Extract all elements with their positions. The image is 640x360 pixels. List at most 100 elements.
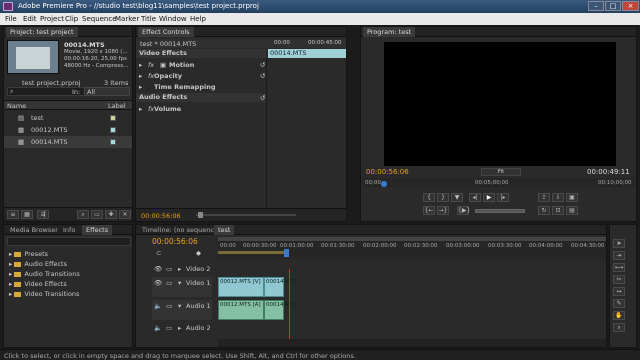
list-view-icon[interactable]: ≡	[7, 210, 19, 219]
menu-marker[interactable]: Marker	[115, 15, 139, 23]
maximize-icon[interactable]: □	[605, 1, 621, 11]
close-icon[interactable]: ×	[622, 1, 639, 11]
list-item[interactable]: ▦ 00014.MTS	[4, 136, 132, 148]
mark-out-icon[interactable]: }	[437, 193, 449, 202]
track-video-1[interactable]: 👁 ▭ ▾ Video 1	[152, 277, 212, 297]
tab-info[interactable]: Info	[59, 225, 79, 235]
icon-view-icon[interactable]: ▦	[21, 210, 33, 219]
lock-icon[interactable]: ▭	[166, 302, 172, 310]
list-item[interactable]: ▦ 00012.MTS	[4, 124, 132, 136]
track-video-2[interactable]: 👁 ▭ ▸ Video 2	[152, 264, 212, 274]
marker-icon[interactable]: ▼	[451, 193, 463, 202]
step-forward-icon[interactable]: |▸	[497, 193, 509, 202]
tab-effects[interactable]: Effects	[82, 225, 113, 235]
program-video-frame[interactable]	[384, 42, 616, 166]
folder-audio-transitions[interactable]: ▸ Audio Transitions	[9, 270, 80, 280]
new-bin-icon[interactable]: ▭	[91, 210, 103, 219]
mark-in-icon[interactable]: {	[423, 193, 435, 202]
track-audio-1[interactable]: 🔈 ▭ ▾ Audio 1	[152, 300, 212, 320]
delete-icon[interactable]: ✕	[119, 210, 131, 219]
menu-sequence[interactable]: Sequence	[82, 15, 117, 23]
clip-a1-00014[interactable]: 00014.MTS	[264, 300, 297, 320]
menu-help[interactable]: Help	[190, 15, 206, 23]
go-to-in-icon[interactable]: {←	[423, 206, 435, 215]
menu-window[interactable]: Window	[159, 15, 187, 23]
menu-file[interactable]: File	[5, 15, 17, 23]
loop-icon[interactable]: ↻	[538, 206, 550, 215]
folder-video-effects[interactable]: ▸ Video Effects	[9, 280, 67, 290]
folder-video-transitions[interactable]: ▸ Video Transitions	[9, 290, 79, 300]
timeline-scrollbar[interactable]	[218, 339, 606, 347]
ripple-edit-tool-icon[interactable]: ⟷	[613, 263, 625, 272]
hand-tool-icon[interactable]: ✋	[613, 311, 625, 320]
go-to-out-icon[interactable]: →}	[437, 206, 449, 215]
effect-time-remapping[interactable]: ▸ Time Remapping	[136, 82, 266, 92]
reset-icon[interactable]: ↺	[260, 94, 265, 102]
slip-tool-icon[interactable]: ↔	[613, 287, 625, 296]
track-select-tool-icon[interactable]: ⇥	[613, 251, 625, 260]
new-item-icon[interactable]: ✚	[105, 210, 117, 219]
snap-icon[interactable]: ⊂	[156, 249, 161, 257]
ec-zoom-handle[interactable]	[198, 212, 203, 218]
effects-search-input[interactable]	[7, 237, 131, 246]
lock-icon[interactable]: ▭	[166, 265, 172, 273]
playhead-icon[interactable]	[284, 249, 289, 257]
zoom-tool-icon[interactable]: ⌕	[613, 323, 625, 332]
eye-icon[interactable]: 👁	[154, 279, 162, 287]
tab-effect-controls[interactable]: Effect Controls	[138, 27, 194, 37]
safe-margins-icon[interactable]: ⊡	[552, 206, 564, 215]
automate-icon[interactable]: ⇶	[37, 210, 49, 219]
menu-project[interactable]: Project	[40, 15, 64, 23]
track-audio-2[interactable]: 🔈 ▭ ▸ Audio 2	[152, 323, 212, 333]
ec-clip-chip[interactable]: 00014.MTS	[268, 49, 346, 58]
razor-tool-icon[interactable]: ✂	[613, 275, 625, 284]
folder-presets[interactable]: ▸ Presets	[9, 250, 48, 260]
speaker-icon[interactable]: 🔈	[154, 302, 162, 310]
effect-opacity[interactable]: ▸ fx Opacity ↺	[136, 71, 266, 81]
add-marker-icon[interactable]: ◆	[196, 249, 201, 257]
lock-icon[interactable]: ▭	[166, 324, 172, 332]
export-frame-icon[interactable]: ▣	[566, 193, 578, 202]
menu-edit[interactable]: Edit	[23, 15, 37, 23]
effect-volume[interactable]: ▸ fx Volume	[136, 104, 266, 114]
minimize-icon[interactable]: –	[588, 1, 604, 11]
column-name-header[interactable]: Name	[7, 102, 26, 110]
reset-icon[interactable]: ↺	[260, 61, 265, 69]
tab-media-browser[interactable]: Media Browser	[6, 225, 62, 235]
timeline-timecode[interactable]: 00:00:56:06	[152, 237, 198, 246]
column-label-header[interactable]: Label	[108, 102, 126, 110]
eye-icon[interactable]: 👁	[154, 265, 162, 273]
playhead-icon[interactable]	[381, 181, 387, 187]
fit-select[interactable]: Fit	[481, 168, 521, 176]
play-icon[interactable]: ▶	[483, 193, 495, 202]
in-select[interactable]: All	[84, 87, 130, 96]
tab-project[interactable]: Project: test project	[6, 27, 78, 37]
find-icon[interactable]: ⌕	[77, 210, 89, 219]
jog-shuttle[interactable]	[475, 209, 525, 213]
folder-audio-effects[interactable]: ▸ Audio Effects	[9, 260, 67, 270]
menu-clip[interactable]: Clip	[65, 15, 78, 23]
step-back-icon[interactable]: ◂|	[469, 193, 481, 202]
play-in-to-out-icon[interactable]: {▶}	[457, 206, 470, 215]
work-area-bar[interactable]	[218, 237, 606, 241]
menu-title[interactable]: Title	[141, 15, 156, 23]
tab-program[interactable]: Program: test	[363, 27, 416, 37]
reset-icon[interactable]: ↺	[260, 72, 265, 80]
list-item[interactable]: ▤ test	[4, 112, 132, 124]
clip-v1-00012[interactable]: 00012.MTS [V]	[218, 277, 264, 297]
speaker-icon[interactable]: 🔈	[154, 324, 162, 332]
timeline-ruler[interactable]: 00:00 00:00:30:00 00:01:00:00 00:01:30:0…	[218, 237, 606, 259]
pen-tool-icon[interactable]: ✎	[613, 299, 625, 308]
selection-tool-icon[interactable]: ➤	[613, 239, 625, 248]
tab-sequence-test[interactable]: test	[214, 225, 235, 235]
ec-zoom-slider[interactable]	[196, 214, 296, 216]
program-ruler[interactable]: 00;00 00;05;00;00 00;10;00;00	[363, 178, 635, 187]
effect-motion[interactable]: ▸ fx ▣ Motion ↺	[136, 60, 266, 70]
lift-icon[interactable]: ⇪	[538, 193, 550, 202]
ec-timecode[interactable]: 00:00:56:06	[141, 212, 181, 220]
program-timecode[interactable]: 00:00:56:06	[366, 168, 409, 176]
clip-a1-00012[interactable]: 00012.MTS [A]	[218, 300, 264, 320]
lock-icon[interactable]: ▭	[166, 279, 172, 287]
clip-v1-00014[interactable]: 00014.MTS	[264, 277, 297, 297]
extract-icon[interactable]: ⇩	[552, 193, 564, 202]
